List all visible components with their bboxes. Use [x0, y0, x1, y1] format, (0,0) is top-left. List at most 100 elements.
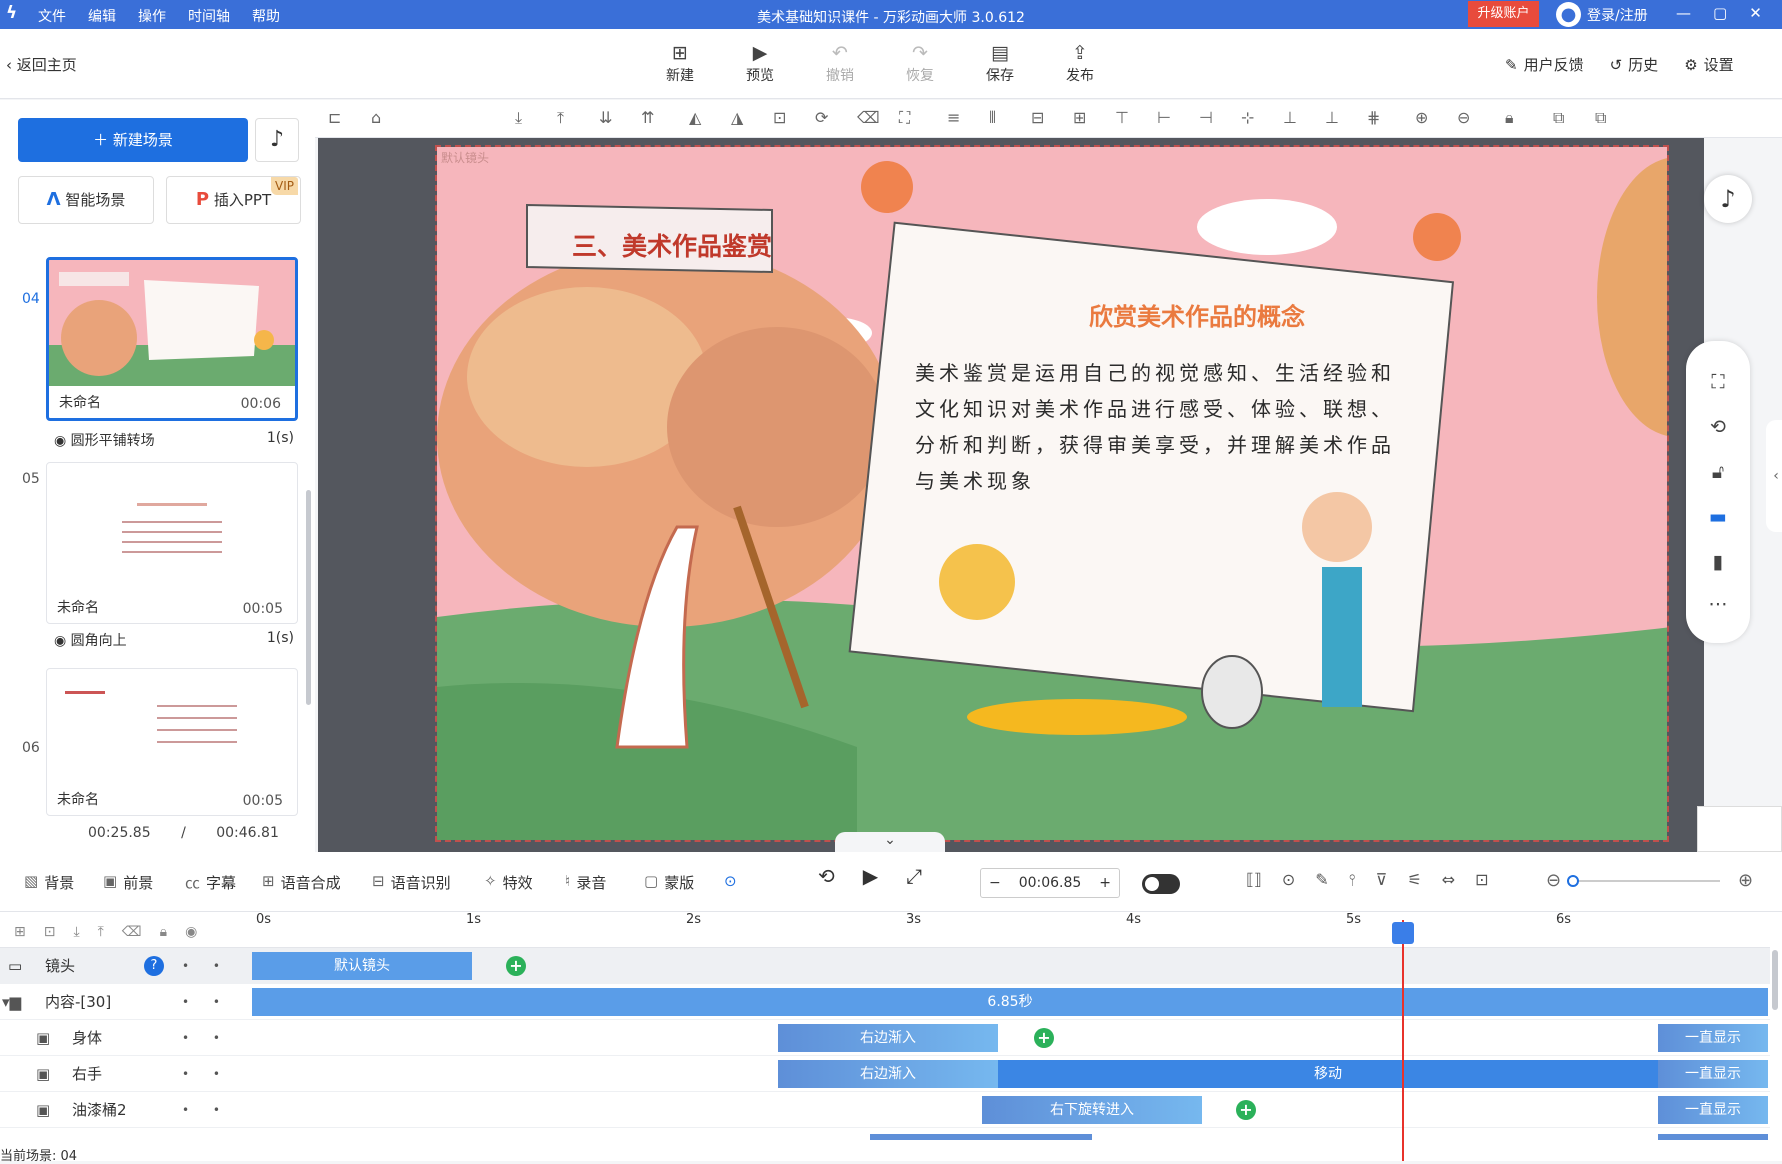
effects-button[interactable]: ✧ 特效: [484, 872, 533, 893]
track-flags[interactable]: • •: [182, 1092, 232, 1128]
replay-icon[interactable]: ⟲: [818, 864, 835, 888]
playhead[interactable]: [1402, 920, 1404, 1161]
align-bottom-icon[interactable]: ⊥: [1325, 108, 1339, 127]
slide-title[interactable]: 三、美术作品鉴赏: [543, 227, 801, 263]
filter-icon[interactable]: ⊽: [1376, 870, 1388, 890]
lock-layer-icon[interactable]: 🔒︎: [160, 924, 167, 947]
track-flags[interactable]: • •: [182, 1020, 232, 1056]
zoom-slider-knob[interactable]: [1567, 875, 1579, 887]
lock-icon[interactable]: 🔒︎: [1505, 108, 1514, 128]
tts-button[interactable]: ⊞ 语音合成: [262, 872, 341, 893]
music-button[interactable]: ♪: [255, 118, 299, 162]
distribute-v-icon[interactable]: ⊞: [1073, 108, 1086, 127]
timeline-bar[interactable]: 一直显示: [1658, 1096, 1768, 1124]
insert-ppt-button[interactable]: P 插入PPT VIP: [166, 176, 301, 224]
timeline-ruler[interactable]: 0s 1s 2s 3s 4s 5s 6s: [250, 912, 1770, 948]
timeline-bar[interactable]: 右下旋转进入: [982, 1096, 1202, 1124]
rotate-icon[interactable]: ⟳: [815, 108, 828, 127]
zoom-out-icon[interactable]: ⊖: [1457, 108, 1470, 127]
timeline-bar[interactable]: 一直显示: [1658, 1024, 1768, 1052]
track-row-body[interactable]: ▣ 身体 • • 右边渐入 + 一直显示: [0, 1020, 1770, 1056]
camera-frame-icon[interactable]: ⟦⟧: [1246, 870, 1262, 890]
track-row-paint-bucket[interactable]: ▣ 油漆桶2 • • 右下旋转进入 + 一直显示: [0, 1092, 1770, 1128]
settings-button[interactable]: ⚙ 设置: [1684, 54, 1733, 75]
timeline-bar[interactable]: 移动: [998, 1060, 1658, 1088]
spacing-icon[interactable]: ⋕: [1367, 108, 1380, 127]
move-up-icon[interactable]: ⤒: [557, 108, 564, 128]
timeline-bar[interactable]: 默认镜头: [252, 952, 472, 980]
new-button[interactable]: ⊞ 新建: [640, 41, 720, 85]
loop-toggle[interactable]: [1142, 874, 1180, 894]
distribute-h-icon[interactable]: ⊟: [1031, 108, 1044, 127]
background-button[interactable]: ▧ 背景: [24, 872, 74, 893]
timeline-bar[interactable]: 右边渐入: [778, 1024, 998, 1052]
zoom-out-timeline-icon[interactable]: ⊖: [1546, 870, 1561, 891]
undo-button[interactable]: ↶ 撤销: [800, 41, 880, 85]
align-right-icon[interactable]: ⊣: [1199, 108, 1213, 127]
preview-button[interactable]: ▶ 预览: [720, 41, 800, 85]
track-row-camera[interactable]: ▭ 镜头? • • 默认镜头 +: [0, 948, 1770, 984]
edit-icon[interactable]: ✎: [1315, 870, 1328, 890]
scene-thumbnail-05[interactable]: 未命名 00:05: [46, 462, 298, 624]
timeline-bar[interactable]: 一直显示: [1658, 1060, 1768, 1088]
scene-thumbnail-04[interactable]: 未命名 00:06: [46, 257, 298, 421]
play-icon[interactable]: ▶: [863, 864, 878, 888]
align-left-icon[interactable]: ⊢: [1157, 108, 1171, 127]
slide-stage[interactable]: 默认镜头 三、美术作品鉴赏 欣赏美术作品的概念 美术鉴赏是运用自己的视觉感知、生…: [435, 145, 1669, 842]
scene-transition[interactable]: ◉ 圆形平铺转场 1(s): [54, 430, 294, 450]
track-flags[interactable]: • •: [182, 984, 232, 1020]
timeline-bar-partial[interactable]: [1658, 1134, 1768, 1140]
background-music-button[interactable]: ♪: [1704, 175, 1752, 223]
canvas-collapse-tab[interactable]: ⌄: [835, 832, 945, 854]
timecode-value[interactable]: 00:06.85: [1019, 875, 1082, 891]
minimap[interactable]: [1697, 806, 1782, 852]
minimize-icon[interactable]: —: [1676, 4, 1691, 22]
history-button[interactable]: ↺ 历史: [1610, 54, 1659, 75]
move-to-bottom-icon[interactable]: ⇊: [599, 108, 612, 127]
split-icon[interactable]: ⫯: [1349, 870, 1356, 890]
more-icon[interactable]: ⋯: [1686, 593, 1750, 615]
subtitle-button[interactable]: ㏄字幕: [185, 872, 236, 893]
scene-transition[interactable]: ◉ 圆角向上 1(s): [54, 630, 294, 650]
plus-icon[interactable]: +: [1099, 875, 1111, 891]
paste-icon[interactable]: ⧉: [1595, 108, 1606, 128]
zoom-in-timeline-icon[interactable]: ⊕: [1738, 870, 1753, 891]
menu-timeline[interactable]: 时间轴: [188, 6, 230, 26]
add-animation-icon[interactable]: +: [1034, 1028, 1054, 1048]
one-to-one-icon[interactable]: ⊡: [1475, 870, 1488, 890]
record-button[interactable]: ♮ 录音: [565, 872, 606, 893]
copy-icon[interactable]: ⧉: [1553, 108, 1564, 128]
feedback-button[interactable]: ✎ 用户反馈: [1505, 54, 1584, 75]
track-flags[interactable]: • •: [182, 948, 232, 984]
lock-view-icon[interactable]: 🔓︎: [1686, 461, 1750, 483]
scene-thumbnail-06[interactable]: 未命名 00:05: [46, 668, 298, 816]
flip-vertical-icon[interactable]: ◮: [731, 108, 743, 127]
menu-help[interactable]: 帮助: [252, 6, 280, 26]
playhead-handle[interactable]: [1392, 922, 1414, 944]
align-center-v-icon[interactable]: ⦀: [989, 108, 996, 128]
menu-edit[interactable]: 编辑: [88, 6, 116, 26]
timeline-scrollbar[interactable]: [1772, 950, 1778, 1010]
move-layer-down-icon[interactable]: ⤓: [73, 924, 79, 947]
flip-horizontal-icon[interactable]: ◭: [689, 108, 701, 127]
paper-title[interactable]: 欣赏美术作品的概念: [967, 297, 1427, 332]
screen-mode-icon[interactable]: ▬: [1686, 506, 1750, 528]
adjust-icon[interactable]: ⚟: [1407, 870, 1421, 890]
move-layer-up-icon[interactable]: ⤒: [98, 924, 104, 947]
timeline-bar[interactable]: 6.85秒: [252, 988, 1768, 1016]
add-animation-icon[interactable]: +: [506, 956, 526, 976]
fit-screen-icon[interactable]: ⛶: [1686, 371, 1750, 393]
save-button[interactable]: ▤ 保存: [960, 41, 1040, 85]
mobile-mode-icon[interactable]: ▮: [1686, 551, 1750, 573]
close-icon[interactable]: ✕: [1749, 4, 1762, 22]
paper-body[interactable]: 美术鉴赏是运用自己的视觉感知、生活经验和文化知识对美术作品进行感受、体验、联想、…: [915, 355, 1405, 499]
align-top-icon[interactable]: ⊤: [1115, 108, 1129, 127]
add-folder-icon[interactable]: ⊡: [44, 924, 56, 947]
menu-operate[interactable]: 操作: [138, 6, 166, 26]
redo-button[interactable]: ↷ 恢复: [880, 41, 960, 85]
move-down-icon[interactable]: ⤓: [515, 108, 522, 128]
smart-scene-button[interactable]: Λ 智能场景: [18, 176, 154, 224]
scene-panel-scrollbar[interactable]: [306, 490, 311, 705]
crop-icon[interactable]: ⛶: [899, 108, 910, 128]
align-middle-icon[interactable]: ⊹: [1241, 108, 1254, 127]
